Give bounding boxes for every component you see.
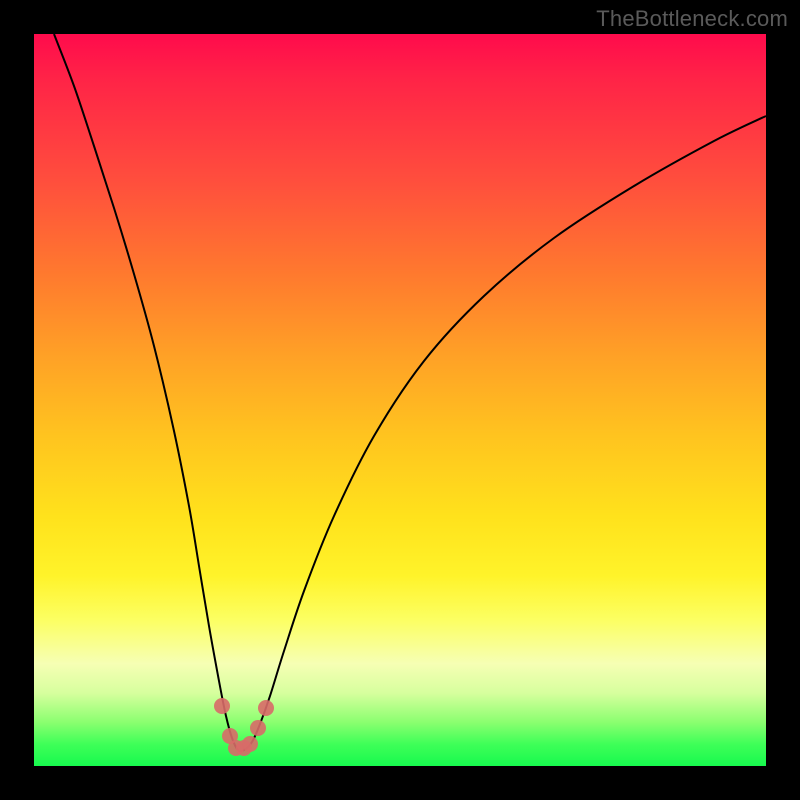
curve-markers	[214, 698, 274, 756]
chart-frame: TheBottleneck.com	[0, 0, 800, 800]
bottleneck-curve-path	[54, 34, 766, 751]
curve-layer	[34, 34, 766, 766]
curve-marker	[258, 700, 274, 716]
curve-marker	[250, 720, 266, 736]
curve-marker	[242, 736, 258, 752]
curve-marker	[214, 698, 230, 714]
watermark-text: TheBottleneck.com	[596, 6, 788, 32]
plot-area	[34, 34, 766, 766]
